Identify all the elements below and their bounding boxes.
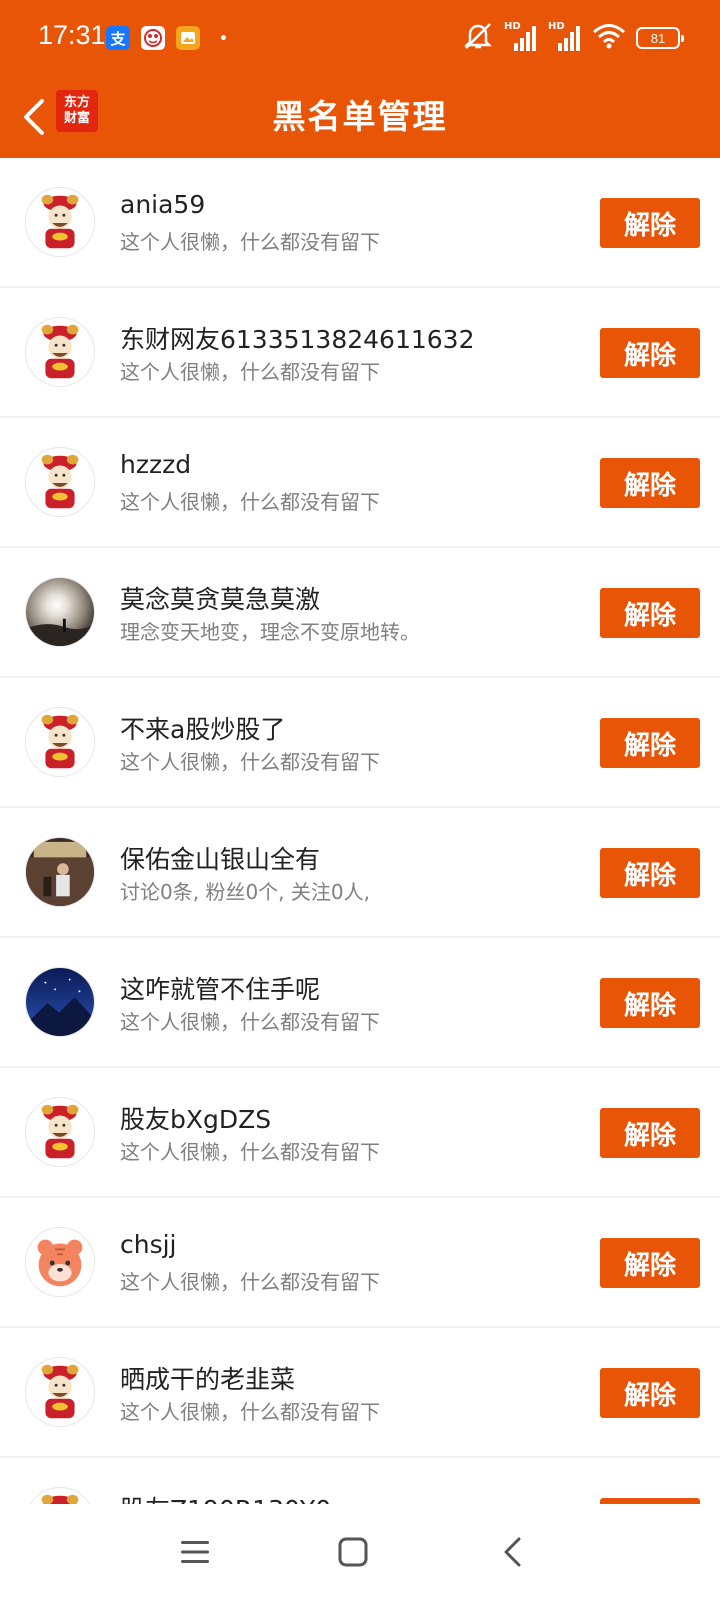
blacklist-row[interactable]: 莫念莫贪莫急莫激理念变天地变，理念不变原地转。 解除 <box>0 548 720 678</box>
unblock-button[interactable]: 解除 <box>600 458 700 508</box>
status-dot <box>221 35 226 40</box>
user-description: 这个人很懒，什么都没有留下 <box>120 1010 380 1034</box>
unblock-button[interactable]: 解除 <box>600 328 700 378</box>
user-description: 讨论0条, 粉丝0个, 关注0人, <box>120 880 370 904</box>
gallery-notification-icon <box>176 26 200 50</box>
blacklist-row[interactable]: hzzzd 这个人很懒，什么都没有留下 解除 <box>0 418 720 548</box>
mute-icon <box>462 22 494 54</box>
unblock-button[interactable]: 解除 <box>600 1108 700 1158</box>
blacklist-row[interactable]: chsjj 这个人很懒，什么都没有留下 解除 <box>0 1198 720 1328</box>
brand-logo-line2: 财富 <box>63 111 90 126</box>
user-name[interactable]: 莫念莫贪莫急莫激 <box>120 580 320 616</box>
user-description: 这个人很懒，什么都没有留下 <box>120 490 380 514</box>
user-avatar[interactable] <box>25 1097 95 1167</box>
brand-logo[interactable]: 东方 财富 <box>56 90 98 132</box>
blacklist-row[interactable]: 股友bXgDZS 这个人很懒，什么都没有留下 解除 <box>0 1068 720 1198</box>
user-avatar[interactable] <box>25 187 95 257</box>
app-notification-icon <box>141 26 165 50</box>
page-title: 黑名单管理 <box>272 97 448 136</box>
alipay-icon: 支 <box>106 26 130 50</box>
unblock-button[interactable]: 解除 <box>600 718 700 768</box>
user-name[interactable]: 东财网友6133513824611632 <box>120 320 475 356</box>
header-bar: 东方 财富 黑名单管理 <box>0 76 720 158</box>
back-button[interactable] <box>14 90 54 144</box>
unblock-button[interactable]: 解除 <box>600 588 700 638</box>
user-description: 理念变天地变，理念不变原地转。 <box>120 620 420 644</box>
system-nav-bar <box>0 1504 720 1600</box>
user-description: 这个人很懒，什么都没有留下 <box>120 750 380 774</box>
user-avatar[interactable] <box>25 577 95 647</box>
back-icon <box>504 1537 521 1567</box>
home-button[interactable] <box>331 1530 375 1574</box>
user-name[interactable]: 晒成干的老韭菜 <box>120 1360 295 1396</box>
wifi-icon <box>592 22 626 54</box>
user-name[interactable]: 这咋就管不住手呢 <box>120 970 320 1006</box>
blacklist-row[interactable]: 保佑金山银山全有讨论0条, 粉丝0个, 关注0人, 解除 <box>0 808 720 938</box>
menu-icon <box>181 1541 209 1563</box>
user-description: 这个人很懒，什么都没有留下 <box>120 1140 380 1164</box>
unblock-button[interactable]: 解除 <box>600 978 700 1028</box>
unblock-button[interactable]: 解除 <box>600 1368 700 1418</box>
user-name[interactable]: hzzzd <box>120 450 191 479</box>
brand-logo-line1: 东方 <box>63 95 90 110</box>
status-time: 17:31 <box>38 20 106 50</box>
blacklist-row[interactable]: ania59 这个人很懒，什么都没有留下 解除 <box>0 158 720 288</box>
blacklist-row[interactable]: 东财网友6133513824611632 这个人很懒，什么都没有留下 解除 <box>0 288 720 418</box>
user-description: 这个人很懒，什么都没有留下 <box>120 1270 380 1294</box>
signal-icon-1: HD <box>504 21 538 53</box>
user-name[interactable]: chsjj <box>120 1230 177 1259</box>
blacklist-row[interactable]: 股友Z190R130Y0解除 <box>0 1458 720 1504</box>
unblock-button[interactable]: 解除 <box>600 848 700 898</box>
user-description: 这个人很懒，什么都没有留下 <box>120 360 380 384</box>
blacklist-list[interactable]: ania59 这个人很懒，什么都没有留下 解除 东财网友613351382461163… <box>0 158 720 1504</box>
battery-icon: 81 <box>636 27 684 49</box>
user-avatar[interactable] <box>25 707 95 777</box>
menu-button[interactable] <box>173 1530 217 1574</box>
signal-icon-2: HD <box>548 21 582 53</box>
system-back-button[interactable] <box>490 1530 534 1574</box>
blacklist-row[interactable]: 这咋就管不住手呢这个人很懒，什么都没有留下 解除 <box>0 938 720 1068</box>
unblock-button[interactable]: 解除 <box>600 1238 700 1288</box>
unblock-button[interactable]: 解除 <box>600 198 700 248</box>
user-name[interactable]: ania59 <box>120 190 205 219</box>
blacklist-row[interactable]: 不来a股炒股了这个人很懒，什么都没有留下 解除 <box>0 678 720 808</box>
user-avatar[interactable] <box>25 447 95 517</box>
user-name[interactable]: 股友Z190R130Y0 <box>120 1490 331 1504</box>
user-avatar[interactable] <box>25 1487 95 1504</box>
status-indicators: HD HD 81 <box>462 21 684 54</box>
user-name[interactable]: 保佑金山银山全有 <box>120 840 320 876</box>
user-description: 这个人很懒，什么都没有留下 <box>120 230 380 254</box>
user-name[interactable]: 股友bXgDZS <box>120 1100 271 1136</box>
user-avatar[interactable] <box>25 1357 95 1427</box>
user-avatar[interactable] <box>25 317 95 387</box>
home-icon <box>338 1537 368 1567</box>
user-avatar[interactable] <box>25 1227 95 1297</box>
chevron-left-icon <box>24 99 44 135</box>
user-description: 这个人很懒，什么都没有留下 <box>120 1400 380 1424</box>
user-avatar[interactable] <box>25 837 95 907</box>
status-bar: 17:31 支 HD HD 81 <box>0 0 720 76</box>
user-avatar[interactable] <box>25 967 95 1037</box>
blacklist-row[interactable]: 晒成干的老韭菜这个人很懒，什么都没有留下 解除 <box>0 1328 720 1458</box>
user-name[interactable]: 不来a股炒股了 <box>120 710 285 746</box>
